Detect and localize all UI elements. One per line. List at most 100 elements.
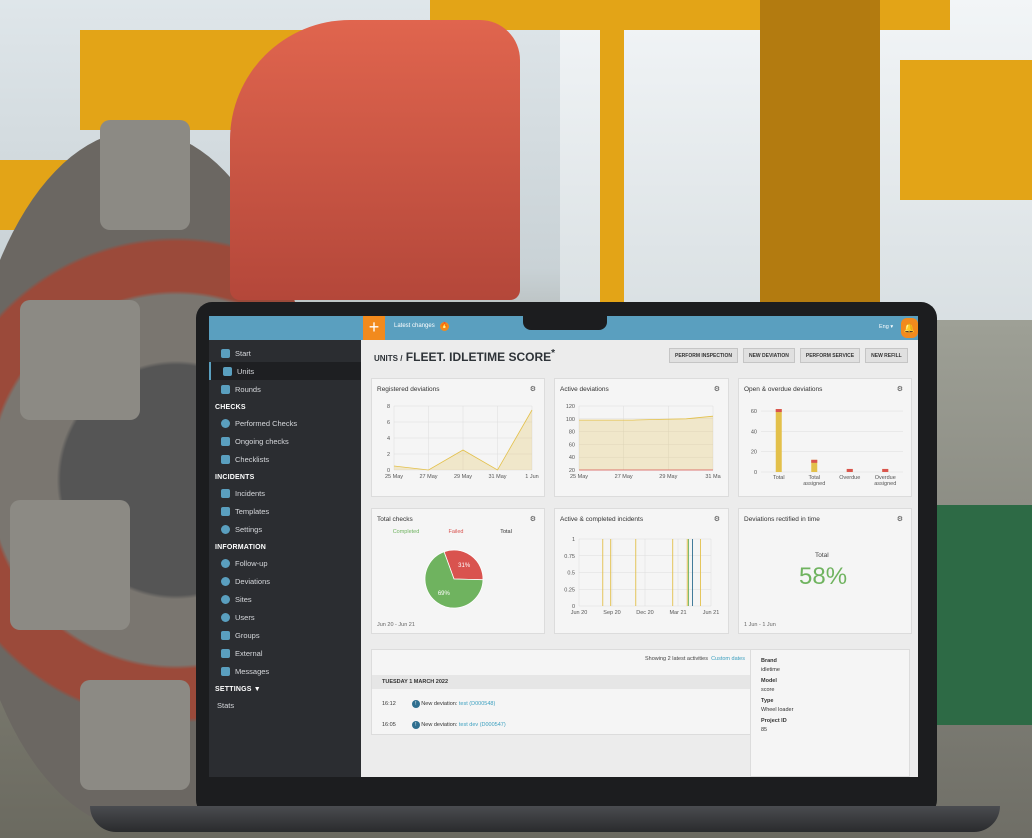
person-fall-icon [221,488,230,498]
camera-notch [523,308,607,330]
arrow-circle-icon [221,558,230,568]
machine-green [936,505,1032,725]
legend-item: Completed [393,529,420,535]
x-tick-label: 29 May [659,474,677,480]
laptop-base [90,806,1000,832]
bell-icon[interactable]: 🔔 [901,318,918,338]
info-value: Wheel loader [761,707,794,713]
perform-inspection-button[interactable]: PERFORM INSPECTION [669,348,738,363]
custom-dates-link[interactable]: Custom dates [711,656,745,662]
latest-changes-link[interactable]: Latest changes [394,323,435,329]
sidebar-item-groups[interactable]: Groups [209,626,361,644]
y-tick-label: 40 [751,429,757,435]
x-tick-label: 29 May [454,474,472,480]
globe-icon [221,594,230,604]
card-title: Deviations rectified in time [744,516,820,523]
activity-row: 16:05 ! New deviation: test dev (D000547… [382,721,506,729]
users-icon [221,630,230,640]
y-tick-label: 1 [572,537,575,543]
add-button[interactable]: + [363,316,385,340]
legend-item: Failed [449,529,464,535]
open-overdue-card: Open & overdue deviations ⚙ 0 20 40 60 Total… [738,378,912,497]
new-deviation-button[interactable]: NEW DEVIATION [742,348,795,363]
info-key: Model [761,678,777,684]
x-tick-label: 1 Jun [525,474,538,480]
active-completed-card: Active & completed incidents ⚙ 0 0.25 0.5 0… [554,508,729,634]
sidebar-item-rounds[interactable]: Rounds [209,380,361,398]
section-settings[interactable]: SETTINGS ▼ [209,680,361,696]
crane-tower [760,0,880,320]
slice-label: 69% [438,591,451,597]
y-tick-label: 40 [569,455,575,461]
settings-icon [221,524,230,534]
deviation-link[interactable]: test dev (D000547) [459,722,506,728]
activity-time: 16:12 [382,701,396,707]
new-refill-button[interactable]: NEW REFILL [865,348,908,363]
x-tick-label: 27 May [419,474,437,480]
total-label: Total [815,552,829,559]
sidebar-item-stats[interactable]: Stats [209,696,361,714]
info-key: Project ID [761,718,787,724]
action-buttons: PERFORM INSPECTION NEW DEVIATION PERFORM… [669,348,908,363]
fire-icon: 🔥 [440,322,449,331]
bar [775,409,782,472]
sidebar-item-deviations[interactable]: Deviations [209,572,361,590]
sidebar-item-start[interactable]: Start [209,344,361,362]
crane-housing [900,60,1032,200]
bucket [10,500,130,630]
sidebar-item-follow-up[interactable]: Follow-up [209,554,361,572]
language-selector[interactable]: Eng ▾ [879,324,893,330]
x-tick-label: 27 May [615,474,633,480]
sidebar-item-units[interactable]: Units [209,362,361,380]
alert-icon [221,576,230,586]
x-tick-label: 31 May [488,474,506,480]
app-screen: Start Units Rounds CHECKS Performed Chec… [209,316,918,777]
user-icon [221,612,230,622]
y-tick-label: 60 [569,442,575,448]
sidebar-item-ongoing-checks[interactable]: Ongoing checks [209,432,361,450]
x-tick-label: Jun 21 [703,610,720,616]
sidebar-item-messages[interactable]: Messages [209,662,361,680]
unit-info-panel: Brand idletime Model score Type Wheel lo… [750,649,910,777]
y-tick-label: 6 [387,420,390,426]
sidebar-item-users[interactable]: Users [209,608,361,626]
gear-icon[interactable]: ⚙ [897,515,903,523]
sidebar-item-settings[interactable]: Settings [209,520,361,538]
y-tick-label: 8 [387,404,390,410]
section-checks: CHECKS [215,404,246,411]
info-key: Type [761,698,774,704]
bucket [100,120,190,230]
sidebar-item-checklists[interactable]: Checklists [209,450,361,468]
x-tick-label: Total [773,475,785,481]
total-checks-card: Total checks ⚙ Completed Failed Total 31% 69… [371,508,545,634]
active-completed-chart: 00.250.50.751Jun 20 Sep 20 Dec 20 Mar 21 Jun… [564,537,720,616]
title-bar: UNITS / FLEET. IDLETIME SCORE* PERFORM I… [361,340,918,370]
x-tick-label: 31 Ma [705,474,721,480]
bar-overdue-cap [846,468,853,472]
handshake-icon [221,648,230,658]
y-tick-label: 120 [566,404,575,410]
check-circle-icon [221,418,230,428]
deviation-icon: ! [411,721,420,729]
list-icon [221,454,230,464]
clipboard-icon [221,436,230,446]
sidebar-item-templates[interactable]: Templates [209,502,361,520]
sidebar-item-incidents[interactable]: Incidents [209,484,361,502]
x-tick-label: Mar 21 [669,610,686,616]
home-icon [221,348,230,358]
deviation-icon: ! [411,700,420,708]
sidebar-item-external[interactable]: External [209,644,361,662]
card-footer: 1 Jun - 1 Jun [744,622,776,628]
bar-overdue-cap [811,459,818,463]
sidebar-item-performed-checks[interactable]: Performed Checks [209,414,361,432]
bar-overdue-cap [775,409,782,413]
deviation-link[interactable]: test (D000548) [459,701,495,707]
series-line-area [579,416,713,470]
main-area: + Latest changes 🔥 Eng ▾ 🔔 UNITS / FLEET… [361,316,918,777]
top-bar: + Latest changes 🔥 Eng ▾ 🔔 [361,316,918,340]
bucket [80,680,190,790]
x-tick-label: Jun 20 [571,610,588,616]
sidebar-item-sites[interactable]: Sites [209,590,361,608]
perform-service-button[interactable]: PERFORM SERVICE [799,348,861,363]
info-value: score [761,687,775,693]
